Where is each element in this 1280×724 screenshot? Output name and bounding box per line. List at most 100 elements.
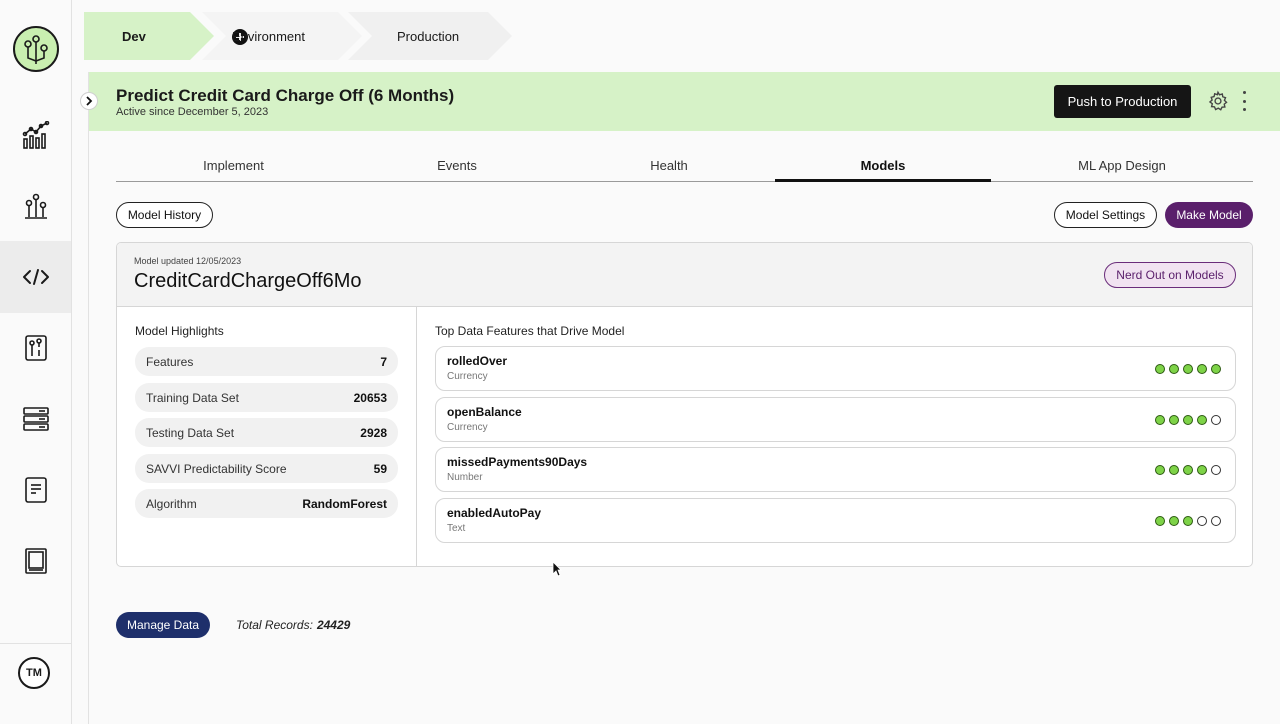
avatar[interactable]: TM	[18, 657, 50, 689]
line-chart-icon	[22, 121, 49, 149]
nav-insights[interactable]	[0, 170, 71, 242]
nav-library[interactable]	[0, 525, 71, 597]
book-icon	[24, 548, 47, 574]
more-options-icon[interactable]	[1240, 91, 1248, 111]
nav-analytics[interactable]	[0, 99, 71, 171]
document-icon	[24, 477, 47, 503]
sidebar-divider	[0, 643, 71, 644]
highlight-label: Features	[146, 354, 194, 369]
stage-dev-label: Dev	[122, 28, 146, 44]
highlight-row: SAVVI Predictability Score 59	[135, 454, 398, 483]
app-root: TM Dev Environment Production Predict Cr…	[0, 0, 1280, 724]
mouse-cursor-icon	[552, 561, 562, 577]
collapse-toggle[interactable]	[80, 92, 98, 110]
feature-card[interactable]: enabledAutoPay Text	[435, 498, 1236, 543]
feature-name: enabledAutoPay	[447, 506, 542, 520]
importance-dot-filled	[1169, 364, 1179, 374]
make-model-button[interactable]: Make Model	[1165, 202, 1253, 228]
importance-dot-filled	[1155, 516, 1165, 526]
nav-data[interactable]	[0, 383, 71, 455]
logo-icon[interactable]	[13, 26, 59, 72]
page-title: Predict Credit Card Charge Off (6 Months…	[116, 86, 455, 105]
importance-dot-filled	[1211, 364, 1221, 374]
panel-divider	[88, 72, 89, 724]
feature-type: Currency	[447, 371, 488, 382]
feature-type: Currency	[447, 422, 488, 433]
importance-dot-empty	[1211, 516, 1221, 526]
highlight-value: 2928	[360, 425, 387, 440]
tab-ml-app-design[interactable]: ML App Design	[991, 158, 1253, 182]
features-title: Top Data Features that Drive Model	[435, 324, 625, 338]
highlight-label: Testing Data Set	[146, 425, 235, 440]
nav-reports[interactable]	[0, 312, 71, 384]
highlight-value: 59	[373, 461, 387, 476]
model-settings-button[interactable]: Model Settings	[1054, 202, 1157, 228]
highlight-value: 20653	[353, 390, 387, 405]
importance-dot-filled	[1169, 465, 1179, 475]
importance-dot-filled	[1155, 415, 1165, 425]
report-icon	[24, 335, 47, 361]
importance-dots	[1155, 415, 1221, 425]
importance-dot-filled	[1155, 465, 1165, 475]
feature-name: missedPayments90Days	[447, 455, 588, 469]
manage-data-button[interactable]: Manage Data	[116, 612, 210, 638]
bar-pins-icon	[24, 193, 47, 219]
importance-dot-filled	[1183, 364, 1193, 374]
stage-environment-label: Environment	[232, 28, 305, 44]
stage-environment[interactable]: Environment	[202, 12, 362, 60]
importance-dots	[1155, 516, 1221, 526]
highlight-label: Algorithm	[146, 496, 197, 511]
importance-dot-filled	[1183, 415, 1193, 425]
highlight-row: Algorithm RandomForest	[135, 489, 398, 518]
stage-dev[interactable]: Dev	[84, 12, 214, 60]
feature-name: openBalance	[447, 405, 522, 419]
card-divider	[416, 307, 417, 566]
importance-dot-filled	[1197, 364, 1207, 374]
importance-dots	[1155, 364, 1221, 374]
total-records-label: Total Records:	[236, 618, 313, 632]
importance-dot-filled	[1169, 516, 1179, 526]
tab-models[interactable]: Models	[775, 158, 991, 182]
model-history-button[interactable]: Model History	[116, 202, 213, 228]
highlight-row: Testing Data Set 2928	[135, 418, 398, 447]
tab-bar: Implement Events Health Models ML App De…	[116, 158, 1253, 182]
highlight-row: Training Data Set 20653	[135, 383, 398, 412]
chevron-right-icon	[86, 96, 93, 106]
tab-health[interactable]: Health	[563, 158, 775, 182]
importance-dot-filled	[1183, 465, 1193, 475]
highlight-value: RandomForest	[302, 496, 387, 511]
nav-code[interactable]	[0, 241, 71, 313]
importance-dots	[1155, 465, 1221, 475]
gear-icon[interactable]	[1207, 90, 1229, 112]
importance-dot-filled	[1197, 415, 1207, 425]
feature-card[interactable]: openBalance Currency	[435, 397, 1236, 442]
stage-production[interactable]: Production	[348, 12, 512, 60]
total-records: Total Records: 24429	[236, 618, 350, 632]
total-records-value: 24429	[316, 618, 351, 632]
nav-documents[interactable]	[0, 454, 71, 526]
highlight-label: SAVVI Predictability Score	[146, 461, 287, 476]
importance-dot-filled	[1155, 364, 1165, 374]
highlight-value: 7	[380, 354, 387, 369]
code-icon	[22, 269, 49, 285]
stage-production-label: Production	[397, 28, 460, 44]
importance-dot-filled	[1183, 516, 1193, 526]
feature-type: Text	[447, 523, 466, 534]
feature-card[interactable]: missedPayments90Days Number	[435, 447, 1236, 492]
importance-dot-filled	[1197, 465, 1207, 475]
nerd-out-button[interactable]: Nerd Out on Models	[1104, 262, 1236, 288]
page-subtitle: Active since December 5, 2023	[116, 106, 269, 118]
feature-name: rolledOver	[447, 354, 508, 368]
importance-dot-empty	[1211, 415, 1221, 425]
importance-dot-empty	[1197, 516, 1207, 526]
feature-card[interactable]: rolledOver Currency	[435, 346, 1236, 391]
tab-events[interactable]: Events	[351, 158, 563, 182]
model-card-header: Model updated 12/05/2023 CreditCardCharg…	[117, 243, 1252, 307]
sidebar: TM	[0, 0, 72, 724]
highlight-label: Training Data Set	[146, 390, 239, 405]
push-to-production-button[interactable]: Push to Production	[1054, 85, 1191, 118]
model-updated-date: Model updated 12/05/2023	[134, 256, 242, 266]
tab-implement[interactable]: Implement	[116, 158, 351, 182]
model-name: CreditCardChargeOff6Mo	[134, 270, 362, 292]
database-icon	[22, 407, 49, 431]
